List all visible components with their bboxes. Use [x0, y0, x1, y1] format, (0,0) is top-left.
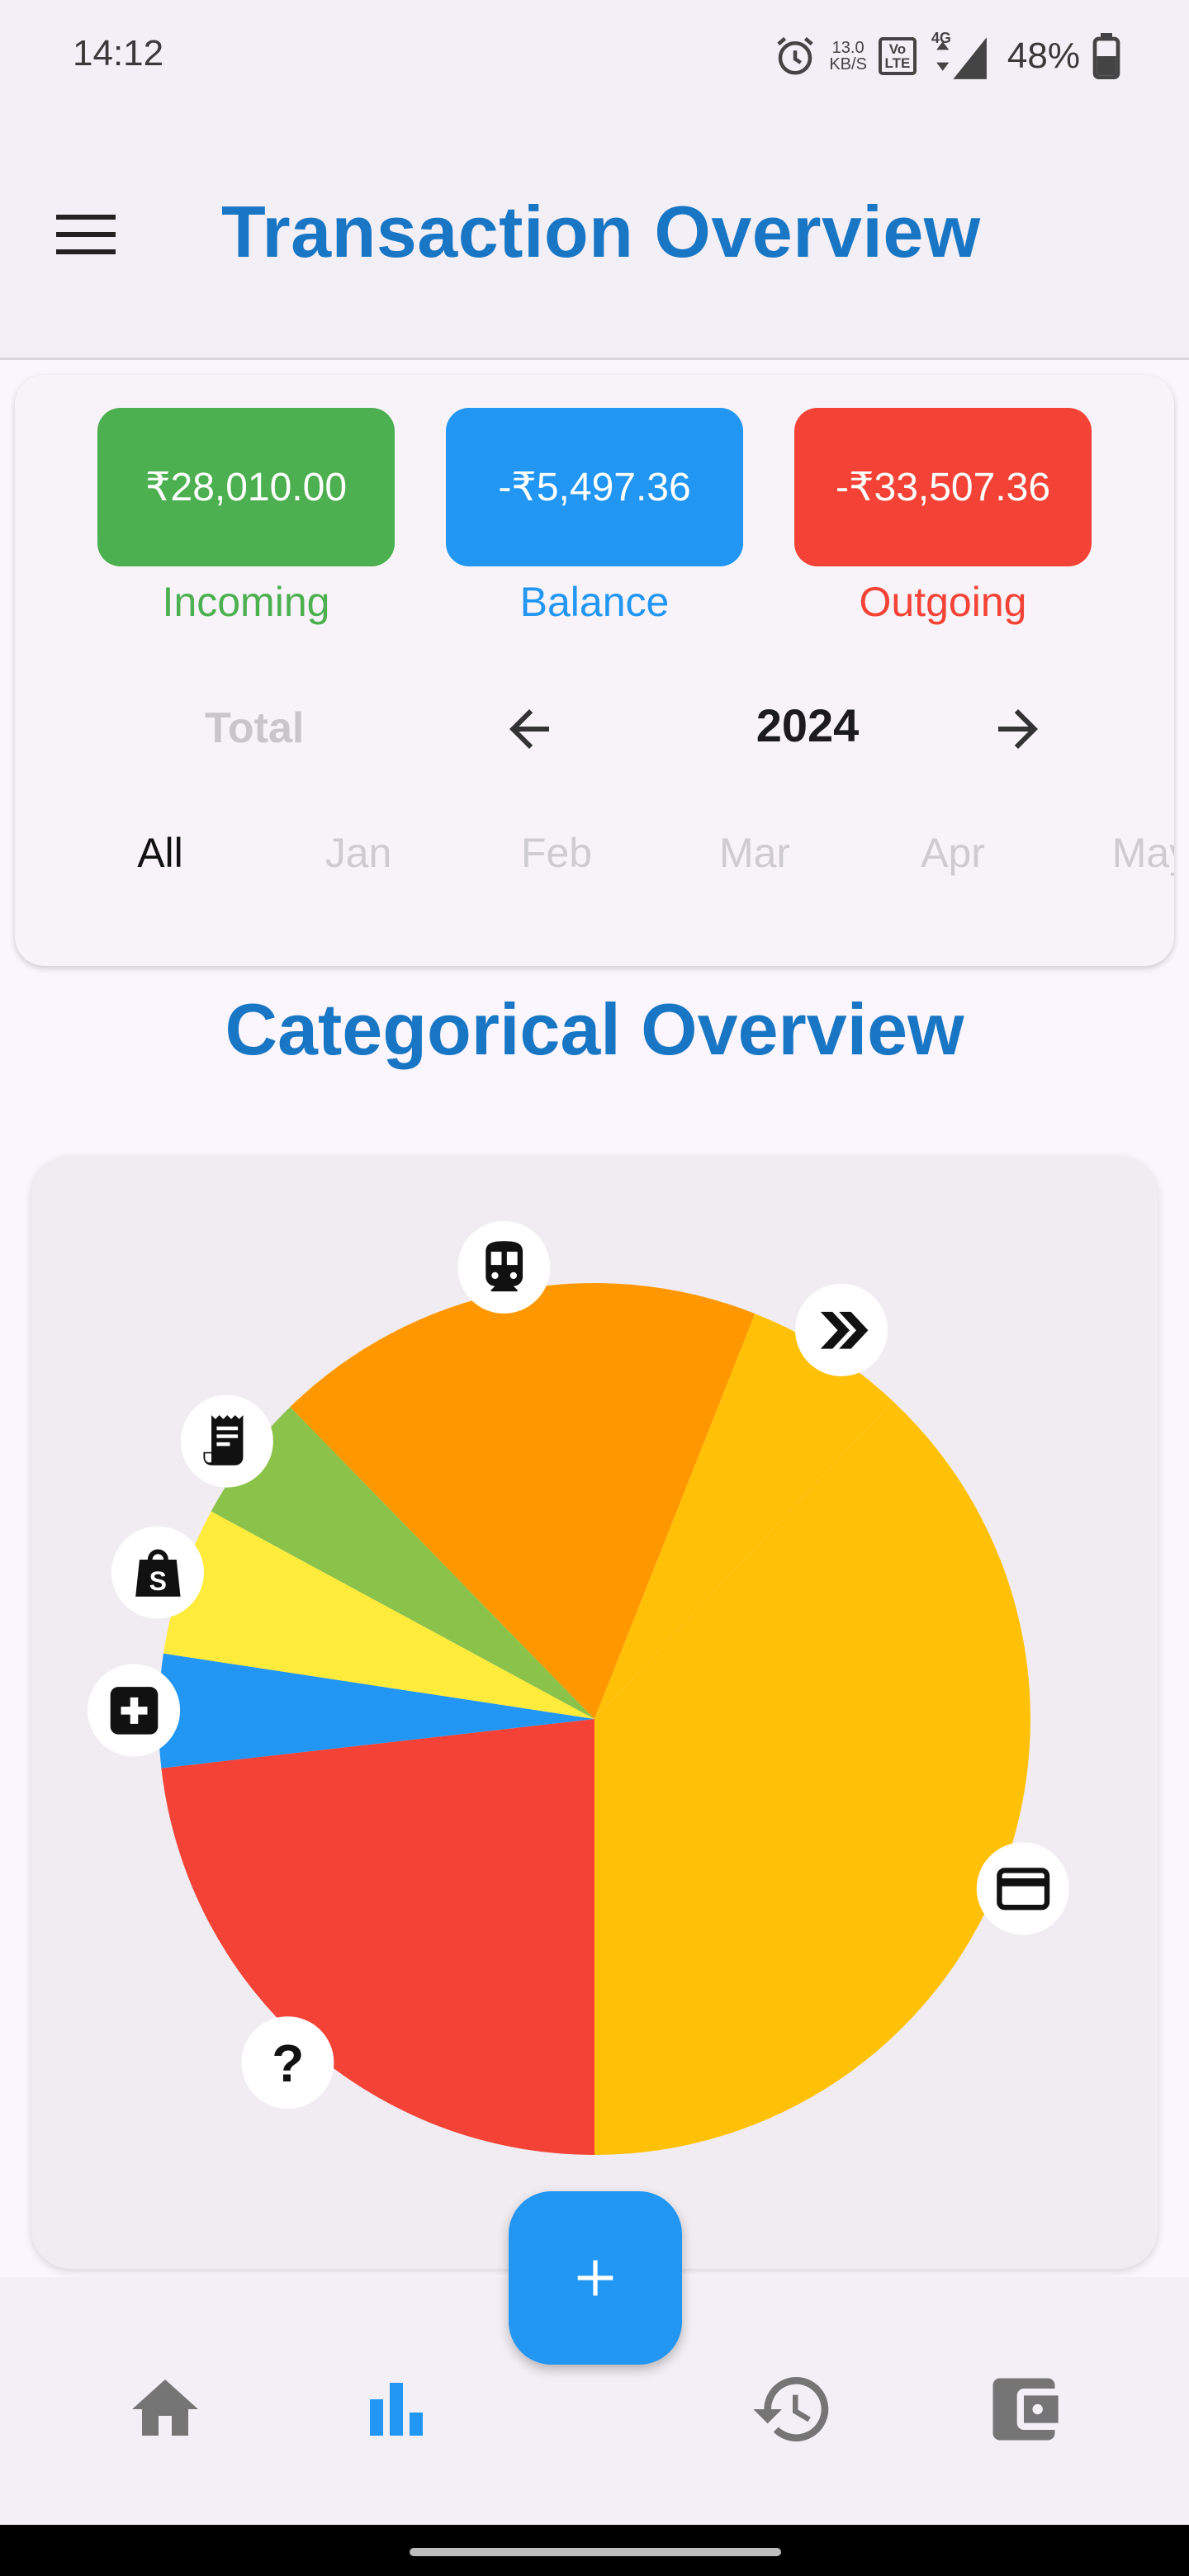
- balance-amount-badge[interactable]: -₹5,497.36: [446, 408, 743, 566]
- svg-text:S: S: [149, 1566, 167, 1596]
- signal-icon: 4G: [928, 30, 991, 79]
- nav-stats[interactable]: [339, 2360, 454, 2459]
- system-gesture-bar: [0, 2525, 1189, 2576]
- wallet-icon: [992, 2378, 1059, 2441]
- medical-icon: [88, 1664, 181, 1757]
- chart-card: ? S: [31, 1156, 1158, 2269]
- previous-year-button[interactable]: [492, 692, 566, 766]
- total-toggle[interactable]: Total: [205, 703, 304, 753]
- alarm-icon: [773, 34, 817, 78]
- month-tab-jan[interactable]: Jan: [276, 829, 441, 877]
- add-transaction-button[interactable]: [509, 2191, 682, 2365]
- nav-history[interactable]: [735, 2360, 850, 2459]
- status-icons: 13.0 KB/S Vo LTE 4G 48%: [773, 30, 1121, 83]
- volte-icon: Vo LTE: [878, 37, 917, 75]
- battery-icon: [1092, 33, 1121, 79]
- arrow-right-icon: [998, 709, 1038, 749]
- year-label: 2024: [756, 699, 860, 751]
- incoming-amount-badge[interactable]: ₹28,010.00: [97, 408, 395, 566]
- volte-line1: Vo: [888, 41, 907, 57]
- next-year-button[interactable]: [981, 692, 1055, 766]
- train-icon: [457, 1220, 551, 1314]
- categorical-overview-title: Categorical Overview: [225, 988, 964, 1070]
- outgoing-amount: -₹33,507.36: [835, 466, 1051, 509]
- month-tab-mar[interactable]: Mar: [672, 829, 837, 877]
- incoming-label: Incoming: [162, 579, 330, 625]
- network-type: 4G: [931, 30, 951, 46]
- home-icon: [132, 2379, 198, 2436]
- pie-slice-question-mark[interactable]: [161, 1719, 594, 2155]
- month-tab-all[interactable]: All: [78, 829, 243, 877]
- bar-chart-icon: [370, 2383, 423, 2436]
- menu-button[interactable]: [46, 201, 126, 268]
- svg-text:?: ?: [272, 2034, 304, 2093]
- gesture-handle[interactable]: [410, 2548, 781, 2556]
- network-speed-value: 13.0: [831, 39, 865, 57]
- double-chevron-icon: [794, 1283, 888, 1376]
- category-pie-chart: ?S: [88, 1220, 1069, 2155]
- nav-home[interactable]: [107, 2360, 223, 2459]
- credit-card-icon: [976, 1842, 1069, 1935]
- arrow-left-icon: [509, 709, 549, 749]
- outgoing-amount-badge[interactable]: -₹33,507.36: [794, 408, 1092, 566]
- month-tab-feb[interactable]: Feb: [474, 829, 639, 877]
- battery-percent: 48%: [1007, 36, 1080, 76]
- plus-icon: [577, 2260, 613, 2296]
- balance-amount: -₹5,497.36: [498, 466, 691, 509]
- outgoing-label: Outgoing: [859, 579, 1027, 625]
- hamburger-menu-icon: [56, 215, 116, 254]
- month-tab-may[interactable]: May: [1068, 829, 1174, 877]
- nav-wallet[interactable]: [966, 2360, 1082, 2459]
- summary-card: ₹28,010.00 Incoming -₹5,497.36 Balance -…: [15, 375, 1174, 966]
- receipt-icon: [180, 1395, 273, 1488]
- shopping-bag-icon: S: [111, 1526, 204, 1619]
- incoming-amount: ₹28,010.00: [144, 466, 348, 509]
- volte-line2: LTE: [884, 55, 911, 71]
- month-tab-apr[interactable]: Apr: [870, 829, 1035, 877]
- status-bar: 14:12 13.0 KB/S Vo LTE 4G 48%: [0, 0, 1189, 116]
- history-icon: [753, 2377, 829, 2441]
- month-selector: All Jan Feb Mar Apr May: [15, 829, 1174, 895]
- page-title: Transaction Overview: [221, 191, 981, 272]
- question-mark-icon: ?: [241, 2016, 334, 2110]
- app-bar: Transaction Overview: [0, 116, 1189, 360]
- network-speed: 13.0 KB/S: [829, 40, 867, 73]
- network-speed-unit: KB/S: [829, 55, 867, 73]
- status-time: 14:12: [73, 33, 164, 73]
- balance-label: Balance: [519, 579, 670, 625]
